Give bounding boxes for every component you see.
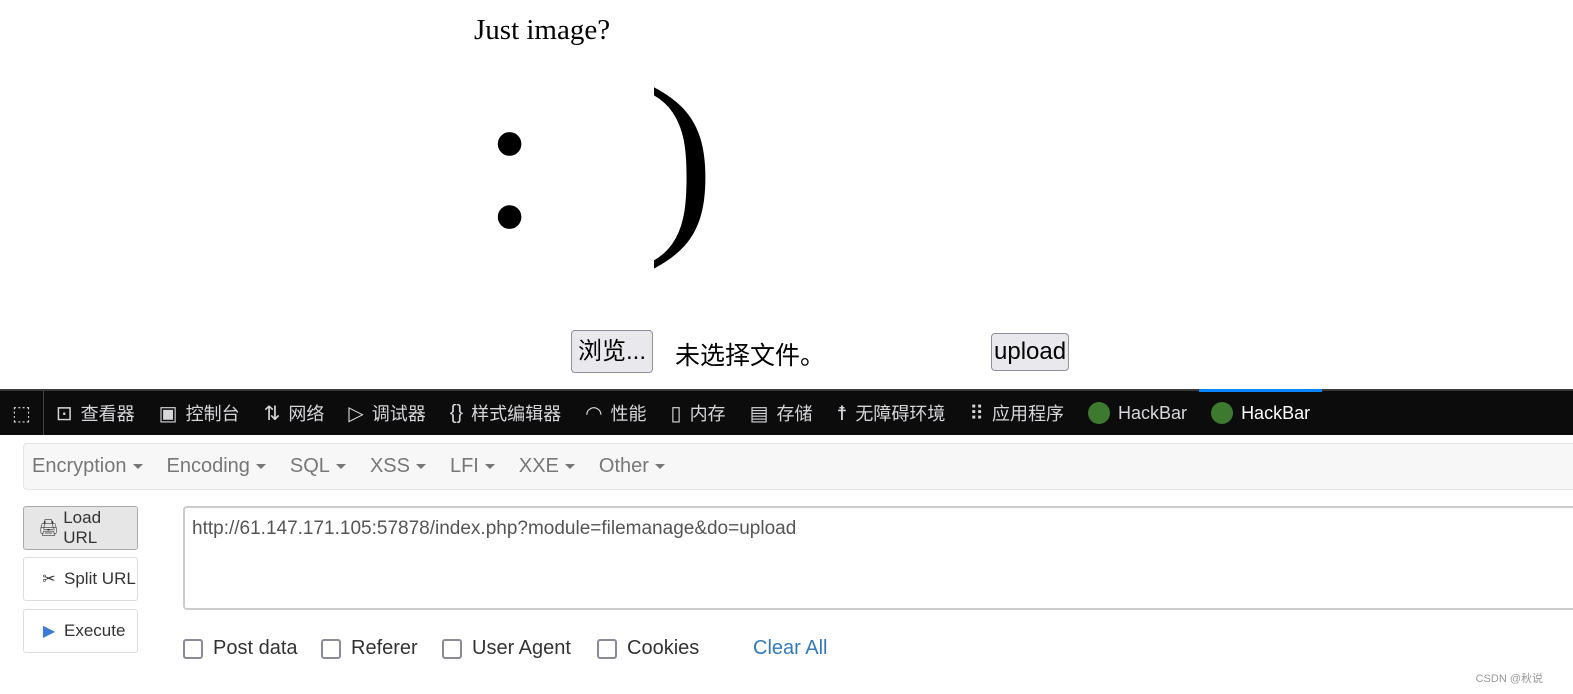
gauge-icon: ◠ (585, 402, 603, 425)
button-label: Load URL (63, 508, 102, 547)
tab-storage[interactable]: ▤ 存储 (738, 391, 825, 435)
inspector-icon: ⊡ (55, 402, 73, 425)
tab-console[interactable]: ▣ 控制台 (147, 391, 252, 435)
load-url-button[interactable]: 🖨 Load URL (23, 506, 138, 550)
tab-label: 存储 (776, 404, 813, 424)
watermark: CSDN @秋说 (1475, 673, 1543, 685)
tab-label: HackBar (1241, 402, 1311, 423)
checkbox-label: Referer (351, 637, 418, 659)
tab-application[interactable]: ⠿ 应用程序 (957, 391, 1076, 435)
upload-button[interactable]: upload (991, 333, 1070, 371)
tab-debugger[interactable]: ▷ 调试器 (336, 391, 437, 435)
menu-xxe[interactable]: XXE (519, 455, 575, 478)
pick-element-icon: ⬚ (12, 402, 31, 425)
menu-sql[interactable]: SQL (290, 455, 346, 478)
hackbar-icon (1088, 402, 1111, 424)
tab-label: HackBar (1118, 402, 1188, 423)
console-icon: ▣ (158, 402, 178, 425)
menu-other[interactable]: Other (599, 455, 665, 478)
tab-label: 查看器 (80, 404, 135, 424)
button-label: Execute (64, 621, 126, 640)
hackbar-icon (1211, 402, 1234, 424)
storage-icon: ▤ (749, 402, 769, 425)
hackbar-menu: Encryption Encoding SQL XSS LFI XXE Othe… (23, 443, 1573, 490)
debugger-icon: ▷ (348, 402, 364, 425)
tab-label: 控制台 (185, 404, 240, 424)
tab-hackbar-2[interactable]: HackBar (1199, 389, 1323, 435)
tab-label: 网络 (288, 404, 325, 424)
braces-icon: {} (449, 401, 464, 424)
checkbox-label: Post data (213, 637, 298, 659)
tab-label: 无障碍环境 (855, 404, 946, 424)
checkbox-label: Cookies (627, 637, 700, 659)
browse-button[interactable]: 浏览... (571, 330, 654, 373)
file-status: 未选择文件。 (675, 342, 826, 370)
play-icon: ▶ (42, 623, 56, 640)
grid-icon: ⠿ (969, 402, 985, 425)
tab-memory[interactable]: ▯ 内存 (659, 391, 738, 435)
tab-label: 样式编辑器 (471, 404, 562, 424)
pick-element-button[interactable]: ⬚ (0, 391, 44, 435)
execute-button[interactable]: ▶ Execute (23, 609, 138, 653)
tab-performance[interactable]: ◠ 性能 (573, 391, 658, 435)
tab-label: 应用程序 (992, 404, 1065, 424)
checkbox-label: User Agent (472, 637, 571, 659)
button-label: Split URL (64, 569, 136, 588)
post-data-checkbox[interactable]: Post data (183, 637, 298, 660)
accessibility-icon: ☨ (836, 402, 848, 425)
checkbox-box[interactable] (183, 638, 203, 659)
split-url-button[interactable]: ✂ Split URL (23, 557, 138, 601)
tab-label: 内存 (689, 404, 726, 424)
devtools-toolbar: ⬚ ⊡ 查看器 ▣ 控制台 ⇅ 网络 ▷ 调试器 {} 样式编辑器 ◠ 性能 ▯ 内存 ▤ 存储… (0, 389, 1573, 435)
tab-accessibility[interactable]: ☨ 无障碍环境 (824, 391, 957, 435)
url-textarea[interactable]: http://61.147.171.105:57878/index.php?mo… (183, 506, 1573, 610)
tab-style-editor[interactable]: {} 样式编辑器 (438, 391, 573, 435)
referer-checkbox[interactable]: Referer (321, 637, 418, 660)
tab-network[interactable]: ⇅ 网络 (252, 391, 337, 435)
menu-encoding[interactable]: Encoding (167, 455, 266, 478)
network-icon: ⇅ (263, 402, 281, 425)
tab-inspector[interactable]: ⊡ 查看器 (44, 391, 147, 435)
tab-hackbar-1[interactable]: HackBar (1076, 391, 1199, 435)
memory-icon: ▯ (670, 402, 682, 425)
checkbox-box[interactable] (597, 638, 617, 659)
clear-all-link[interactable]: Clear All (753, 637, 827, 660)
cookies-checkbox[interactable]: Cookies (597, 637, 699, 660)
menu-encryption[interactable]: Encryption (32, 455, 143, 478)
smiley-text: : ) (482, 49, 745, 270)
checkbox-box[interactable] (321, 638, 341, 659)
menu-xss[interactable]: XSS (370, 455, 426, 478)
menu-lfi[interactable]: LFI (450, 455, 495, 478)
load-icon: 🖨 (38, 520, 59, 537)
user-agent-checkbox[interactable]: User Agent (442, 637, 571, 660)
tab-label: 性能 (610, 404, 647, 424)
tab-label: 调试器 (371, 404, 426, 424)
checkbox-box[interactable] (442, 638, 462, 659)
scissors-icon: ✂ (42, 571, 56, 588)
page-heading: Just image? (474, 14, 611, 46)
